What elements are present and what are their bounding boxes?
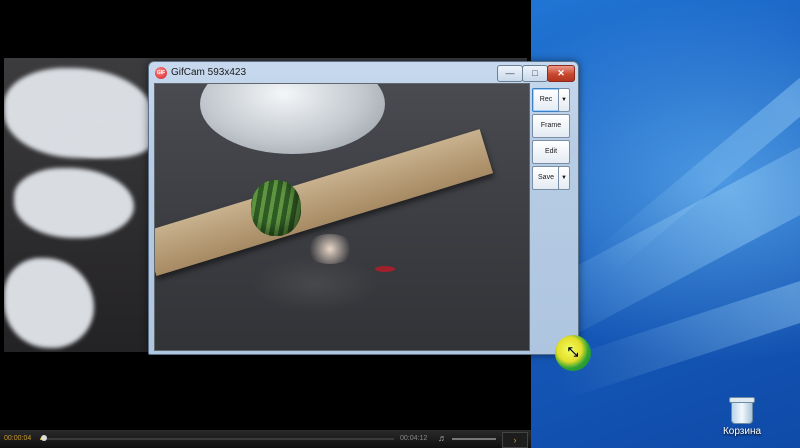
seek-handle[interactable] — [41, 435, 47, 441]
speaker-icon[interactable]: ♬ — [438, 433, 447, 443]
close-button[interactable]: ✕ — [547, 65, 575, 82]
player-controls: 00:00:04 00:04:12 ♬ › — [0, 430, 531, 448]
gifcam-app-icon: GIF — [155, 67, 167, 79]
capture-frame — [154, 83, 530, 351]
next-icon[interactable]: › — [502, 432, 528, 448]
maximize-button[interactable]: □ — [522, 65, 548, 82]
rec-button[interactable]: Rec — [532, 88, 560, 112]
rec-options-chevron-down-icon[interactable]: ▼ — [558, 88, 570, 112]
current-time: 00:00:04 — [4, 435, 32, 442]
window-title: GifCam 593x423 — [171, 67, 247, 78]
red-spot — [375, 266, 395, 272]
snow-patch — [64, 118, 154, 158]
seek-bar[interactable] — [40, 438, 394, 440]
snow-patch — [14, 168, 134, 238]
save-button[interactable]: Save — [532, 166, 560, 190]
gifcam-window: GIF GifCam 593x423 — □ ✕ Rec ▼ Frame Edi… — [148, 61, 579, 355]
recycle-bin-label: Корзина — [722, 426, 762, 437]
watermelon — [251, 180, 301, 236]
resize-cursor-icon: ⤡ — [567, 344, 579, 359]
recycle-bin-icon — [729, 397, 755, 424]
title-bar[interactable]: GIF GifCam 593x423 — □ ✕ — [149, 62, 578, 84]
snow-patch — [4, 258, 94, 348]
save-options-chevron-down-icon[interactable]: ▼ — [558, 166, 570, 190]
volume-slider[interactable] — [452, 438, 496, 440]
frame-button[interactable]: Frame — [532, 114, 570, 138]
edit-button[interactable]: Edit — [532, 140, 570, 164]
recycle-bin-shortcut[interactable]: Корзина — [712, 397, 772, 437]
foil-object — [200, 84, 385, 154]
splash — [305, 234, 355, 264]
total-time: 00:04:12 — [400, 435, 428, 442]
minimize-button[interactable]: — — [497, 65, 523, 82]
